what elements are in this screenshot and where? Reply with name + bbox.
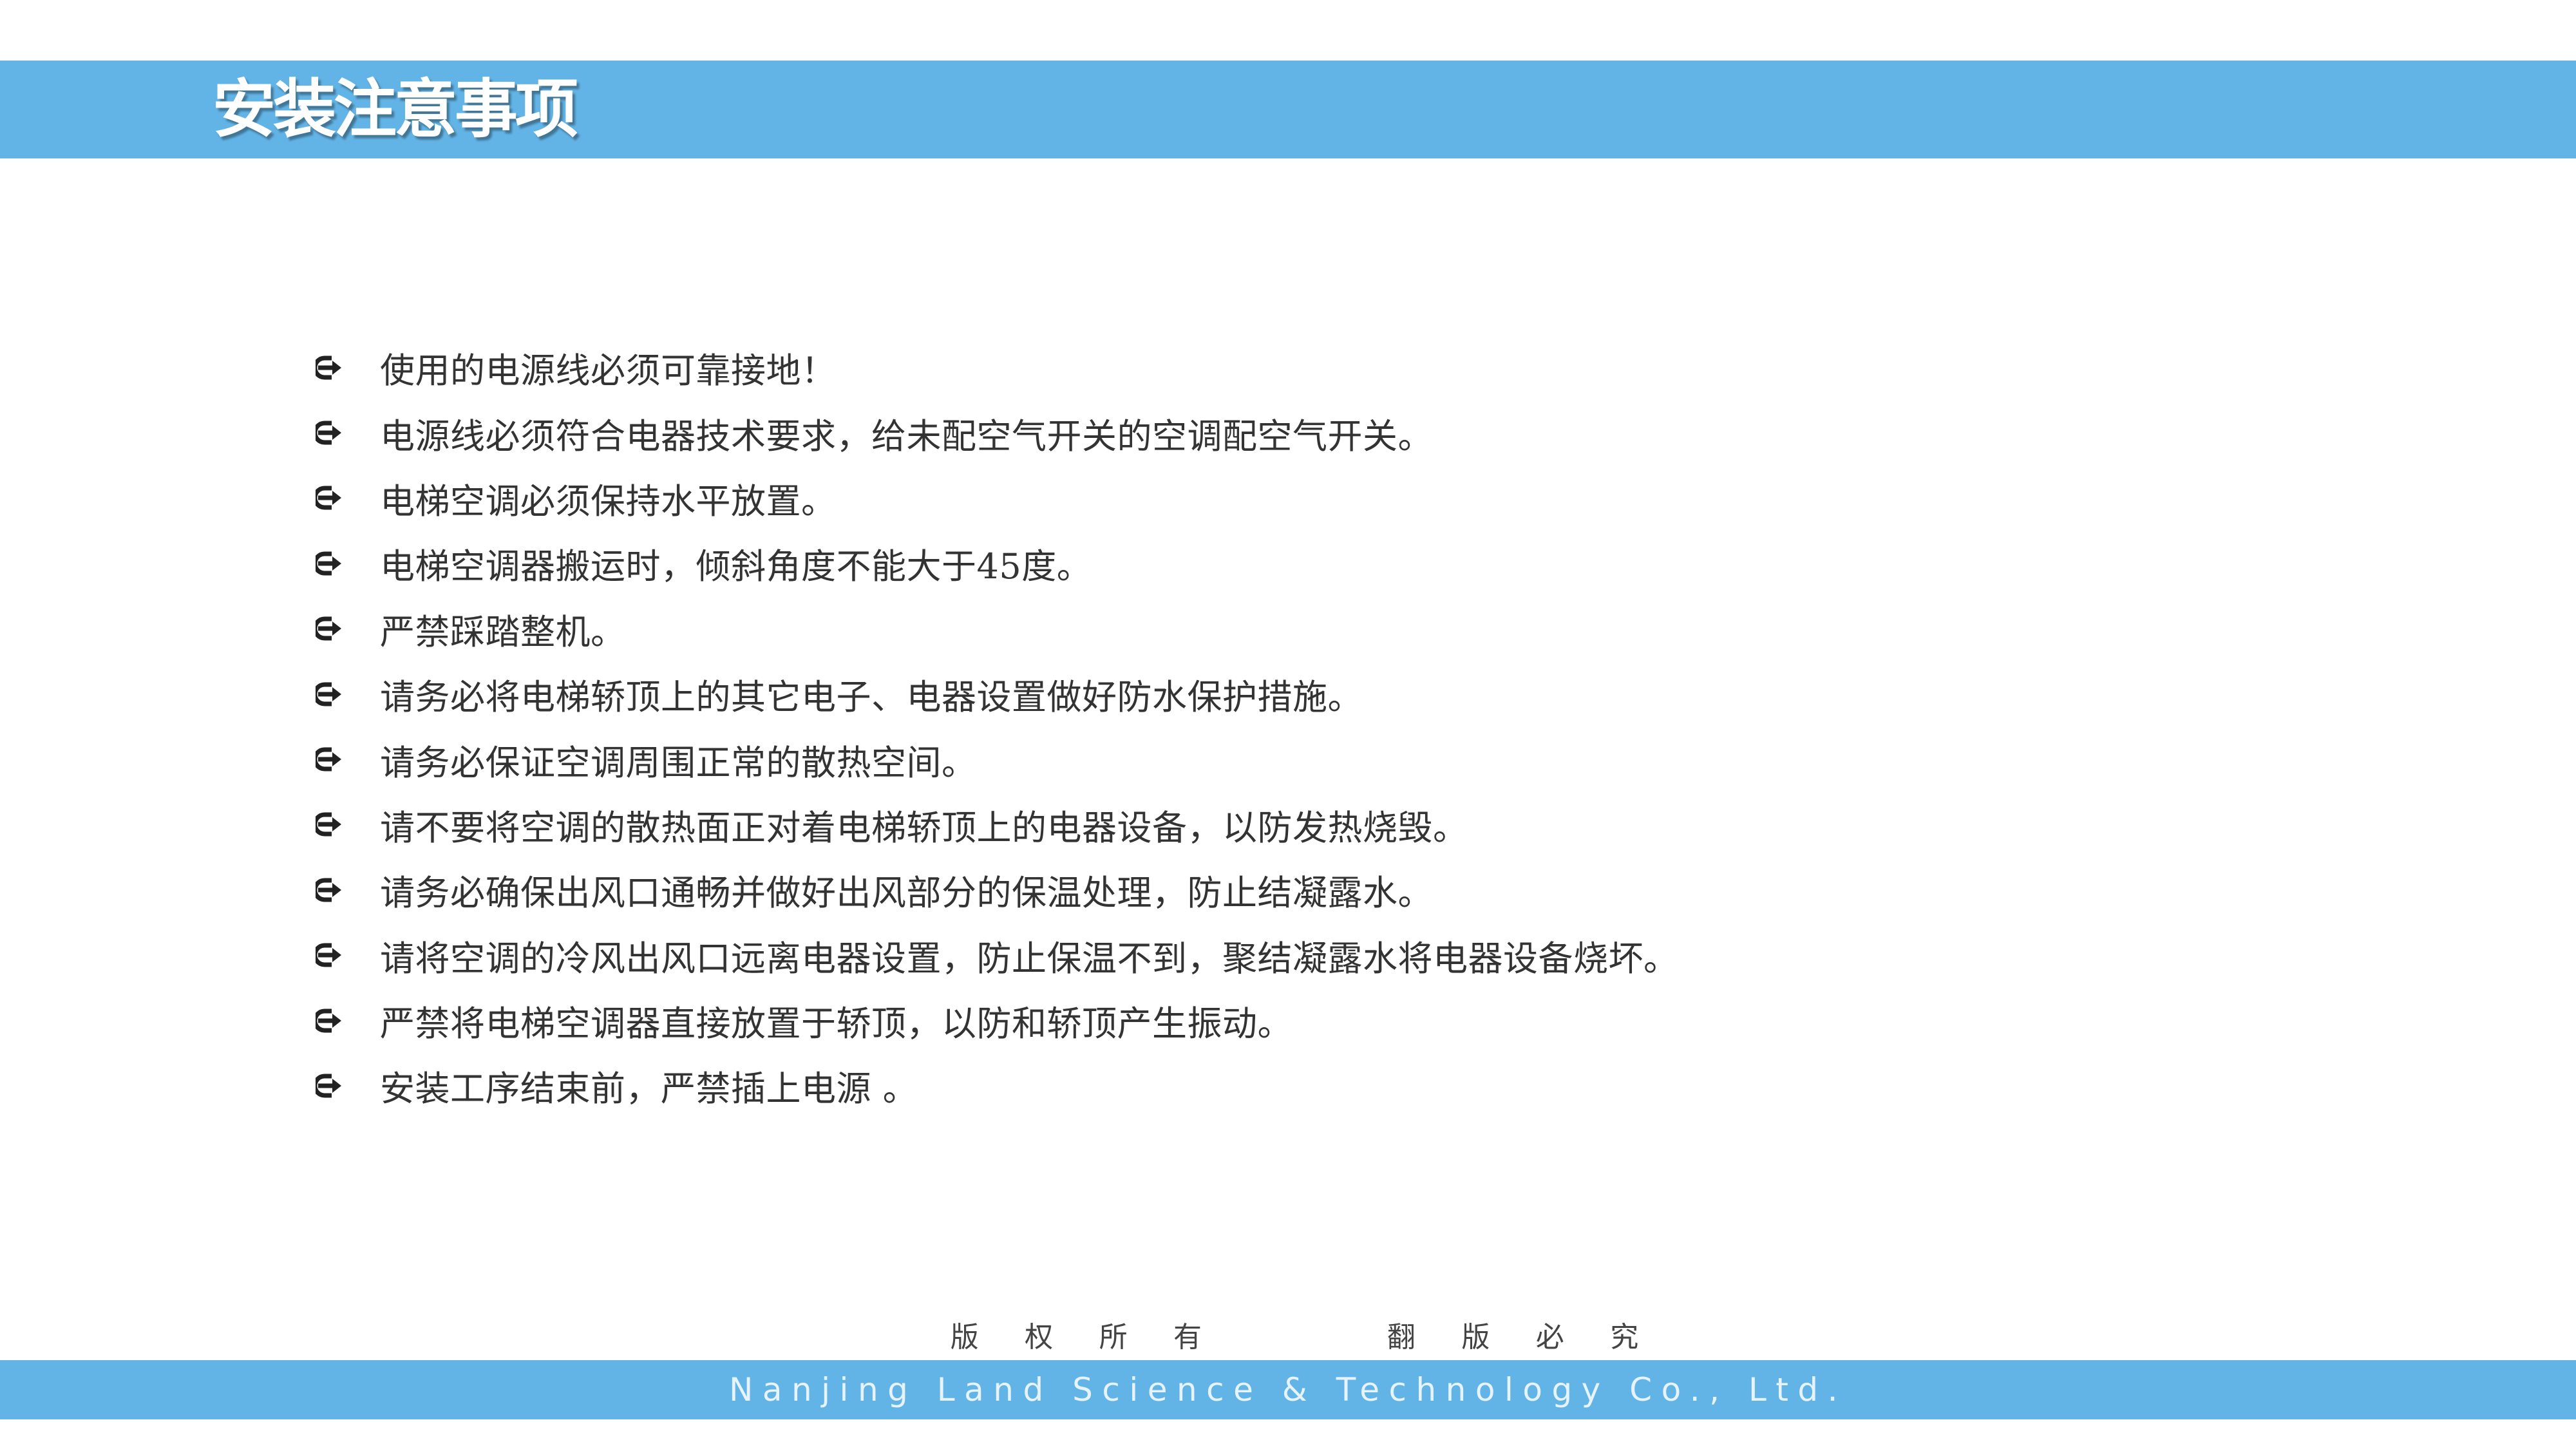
copyright-char: 权: [1025, 1321, 1054, 1354]
header-bar: 安装注意事项: [0, 61, 2576, 158]
list-item: 请务必保证空调周围正常的散热空间。: [316, 726, 2376, 791]
note-text: 请不要将空调的散热面正对着电梯轿顶上的电器设备，以防发热烧毁。: [380, 807, 1468, 848]
right-arrow-circle-icon: [316, 420, 380, 446]
list-item: 严禁将电梯空调器直接放置于轿顶，以防和轿顶产生振动。: [316, 988, 2376, 1053]
note-text: 请务必确保出风口通畅并做好出风部分的保温处理，防止结凝露水。: [380, 873, 1433, 914]
footer-bar: Nanjing Land Science & Technology Co., L…: [0, 1360, 2576, 1419]
list-item: 请务必确保出风口通畅并做好出风部分的保温处理，防止结凝露水。: [316, 857, 2376, 922]
right-arrow-circle-icon: [316, 616, 380, 641]
right-arrow-circle-icon: [316, 551, 380, 576]
note-text: 请将空调的冷风出风口远离电器设置，防止保温不到，聚结凝露水将电器设备烧坏。: [380, 938, 1679, 979]
list-item: 请务必将电梯轿顶上的其它电子、电器设置做好防水保护措施。: [316, 661, 2376, 726]
note-text: 严禁将电梯空调器直接放置于轿顶，以防和轿顶产生振动。: [380, 1003, 1293, 1045]
right-arrow-circle-icon: [316, 681, 380, 707]
copyright-char: 必: [1535, 1321, 1564, 1354]
right-arrow-circle-icon: [316, 942, 380, 968]
right-arrow-circle-icon: [316, 355, 380, 381]
page-title: 安装注意事项: [213, 73, 578, 146]
right-arrow-circle-icon: [316, 485, 380, 511]
installation-notes-list: 使用的电源线必须可靠接地！ 电源线必须符合电器技术要求，给未配空气开关的空调配空…: [316, 335, 2376, 1119]
note-text: 请务必将电梯轿顶上的其它电子、电器设置做好防水保护措施。: [380, 677, 1363, 718]
list-item: 请不要将空调的散热面正对着电梯轿顶上的电器设备，以防发热烧毁。: [316, 792, 2376, 857]
note-text: 严禁踩踏整机。: [380, 611, 626, 652]
list-item: 严禁踩踏整机。: [316, 596, 2376, 661]
list-item: 电源线必须符合电器技术要求，给未配空气开关的空调配空气开关。: [316, 400, 2376, 465]
company-name: Nanjing Land Science & Technology Co., L…: [728, 1371, 1848, 1408]
copyright-char: 究: [1610, 1321, 1639, 1354]
list-item: 电梯空调必须保持水平放置。: [316, 466, 2376, 531]
copyright-char: 版: [1461, 1321, 1490, 1354]
note-text: 安装工序结束前，严禁插上电源 。: [380, 1068, 918, 1110]
note-text: 电源线必须符合电器技术要求，给未配空气开关的空调配空气开关。: [380, 415, 1433, 457]
copyright-char: 版: [950, 1321, 979, 1354]
note-text: 使用的电源线必须可靠接地！: [380, 350, 837, 392]
list-item: 使用的电源线必须可靠接地！: [316, 335, 2376, 400]
copyright-char: 翻: [1387, 1321, 1416, 1354]
list-item: 安装工序结束前，严禁插上电源 。: [316, 1053, 2376, 1118]
right-arrow-circle-icon: [316, 1073, 380, 1099]
right-arrow-circle-icon: [316, 877, 380, 903]
right-arrow-circle-icon: [316, 811, 380, 837]
list-item: 请将空调的冷风出风口远离电器设置，防止保温不到，聚结凝露水将电器设备烧坏。: [316, 923, 2376, 988]
note-text: 请务必保证空调周围正常的散热空间。: [380, 742, 977, 783]
copyright-spacer: [1225, 1314, 1364, 1355]
copyright-char: 有: [1173, 1321, 1202, 1354]
right-arrow-circle-icon: [316, 1008, 380, 1034]
note-text: 电梯空调必须保持水平放置。: [380, 480, 837, 522]
list-item: 电梯空调器搬运时，倾斜角度不能大于45度。: [316, 531, 2376, 596]
copyright-notice: 版 权 所 有 翻 版 必 究: [927, 1314, 1662, 1355]
copyright-char: 所: [1099, 1321, 1128, 1354]
right-arrow-circle-icon: [316, 746, 380, 772]
note-text: 电梯空调器搬运时，倾斜角度不能大于45度。: [380, 546, 1092, 587]
